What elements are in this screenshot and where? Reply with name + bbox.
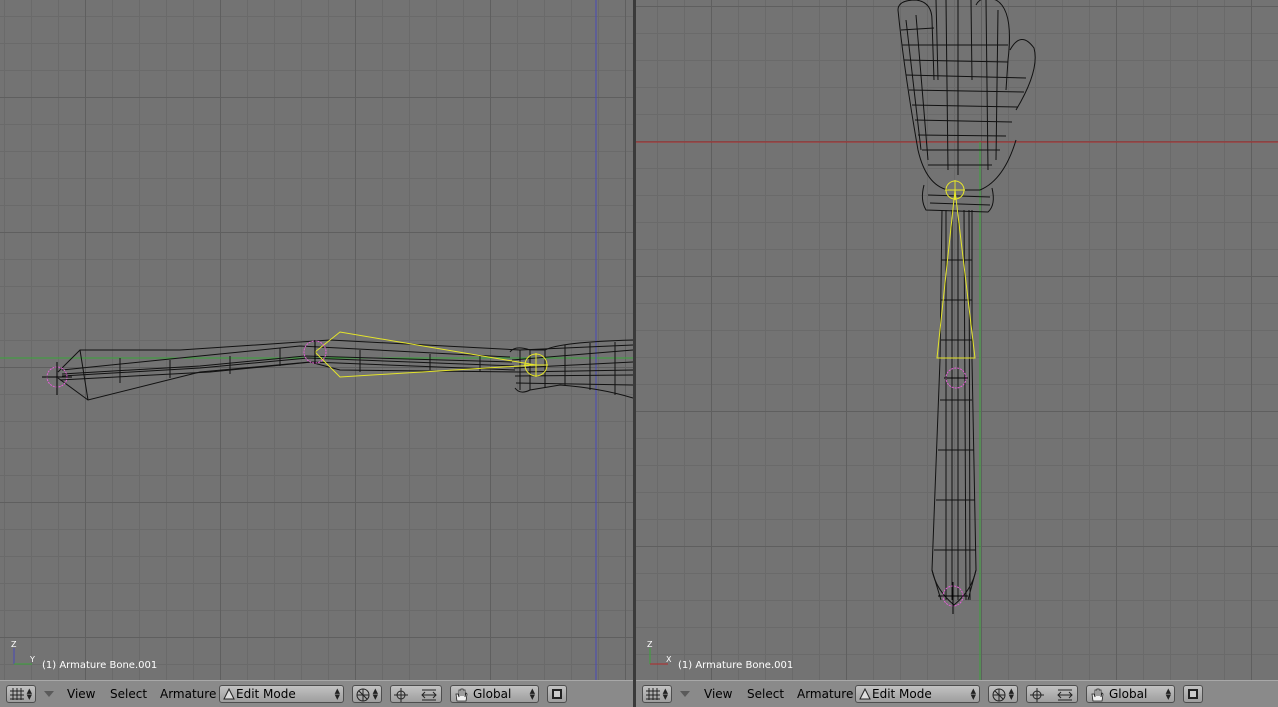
- axis-gizmo: Z X: [647, 640, 672, 665]
- menu-armature[interactable]: Armature: [160, 685, 216, 703]
- right-status-label: (1) Armature Bone.001: [678, 660, 794, 671]
- menu-select[interactable]: Select: [747, 685, 784, 703]
- draw-type-button[interactable]: ▲ ▼: [352, 685, 382, 703]
- left-3d-viewport[interactable]: Z Y (1) Armature Bone.001: [0, 0, 633, 680]
- editor-grid-icon: [646, 688, 660, 700]
- axis-label-z: Z: [647, 640, 653, 649]
- bone-joints: [42, 340, 548, 395]
- right-viewport-header: ▲ ▼ View Select Armature Edit Mode ▲ ▼ ▲ ▼: [636, 680, 1278, 707]
- render-button[interactable]: [1183, 685, 1203, 703]
- axis-label-x: X: [666, 655, 672, 664]
- editor-type-button[interactable]: ▲ ▼: [6, 685, 36, 703]
- menu-collapse-arrow-icon[interactable]: [44, 691, 54, 697]
- draw-type-button[interactable]: ▲ ▼: [988, 685, 1018, 703]
- pivot-snap-buttons[interactable]: [1026, 685, 1078, 703]
- axis-label-z: Z: [11, 640, 17, 649]
- render-icon: [552, 689, 562, 699]
- menu-view[interactable]: View: [67, 685, 95, 703]
- menu-view[interactable]: View: [704, 685, 732, 703]
- snap-icon: [1057, 689, 1073, 701]
- pivot-icon: [1030, 688, 1044, 702]
- mode-select[interactable]: Edit Mode ▲ ▼: [219, 685, 344, 703]
- snap-icon: [421, 689, 437, 701]
- editor-type-button[interactable]: ▲ ▼: [642, 685, 672, 703]
- bone-joints: [938, 180, 968, 614]
- menu-select[interactable]: Select: [110, 685, 147, 703]
- menu-armature[interactable]: Armature: [797, 685, 853, 703]
- edit-mode-icon: [859, 688, 871, 700]
- editor-grid-icon: [10, 688, 24, 700]
- edit-mode-icon: [223, 688, 235, 700]
- pivot-icon: [394, 688, 408, 702]
- hand-icon: [1091, 688, 1104, 702]
- axis-label-y: Y: [29, 655, 35, 664]
- axis-gizmo: Z Y: [11, 640, 35, 665]
- right-3d-viewport[interactable]: Z X (1) Armature Bone.001: [636, 0, 1278, 680]
- draw-type-icon: [356, 688, 370, 702]
- orientation-select[interactable]: Global ▲ ▼: [1086, 685, 1175, 703]
- render-button[interactable]: [547, 685, 567, 703]
- hand-icon: [455, 688, 468, 702]
- arm-mesh: [57, 339, 633, 401]
- mode-select[interactable]: Edit Mode ▲ ▼: [855, 685, 980, 703]
- right-viewport-wireframe: [636, 0, 1278, 680]
- pivot-snap-buttons[interactable]: [390, 685, 442, 703]
- left-status-label: (1) Armature Bone.001: [42, 660, 158, 671]
- draw-type-icon: [992, 688, 1006, 702]
- menu-collapse-arrow-icon[interactable]: [680, 691, 690, 697]
- left-viewport-wireframe: [0, 0, 633, 680]
- hand-mesh: [897, 0, 1036, 606]
- left-viewport-header: ▲ ▼ View Select Armature Edit Mode ▲ ▼ ▲ ▼: [0, 680, 633, 707]
- orientation-select[interactable]: Global ▲ ▼: [450, 685, 539, 703]
- render-icon: [1188, 689, 1198, 699]
